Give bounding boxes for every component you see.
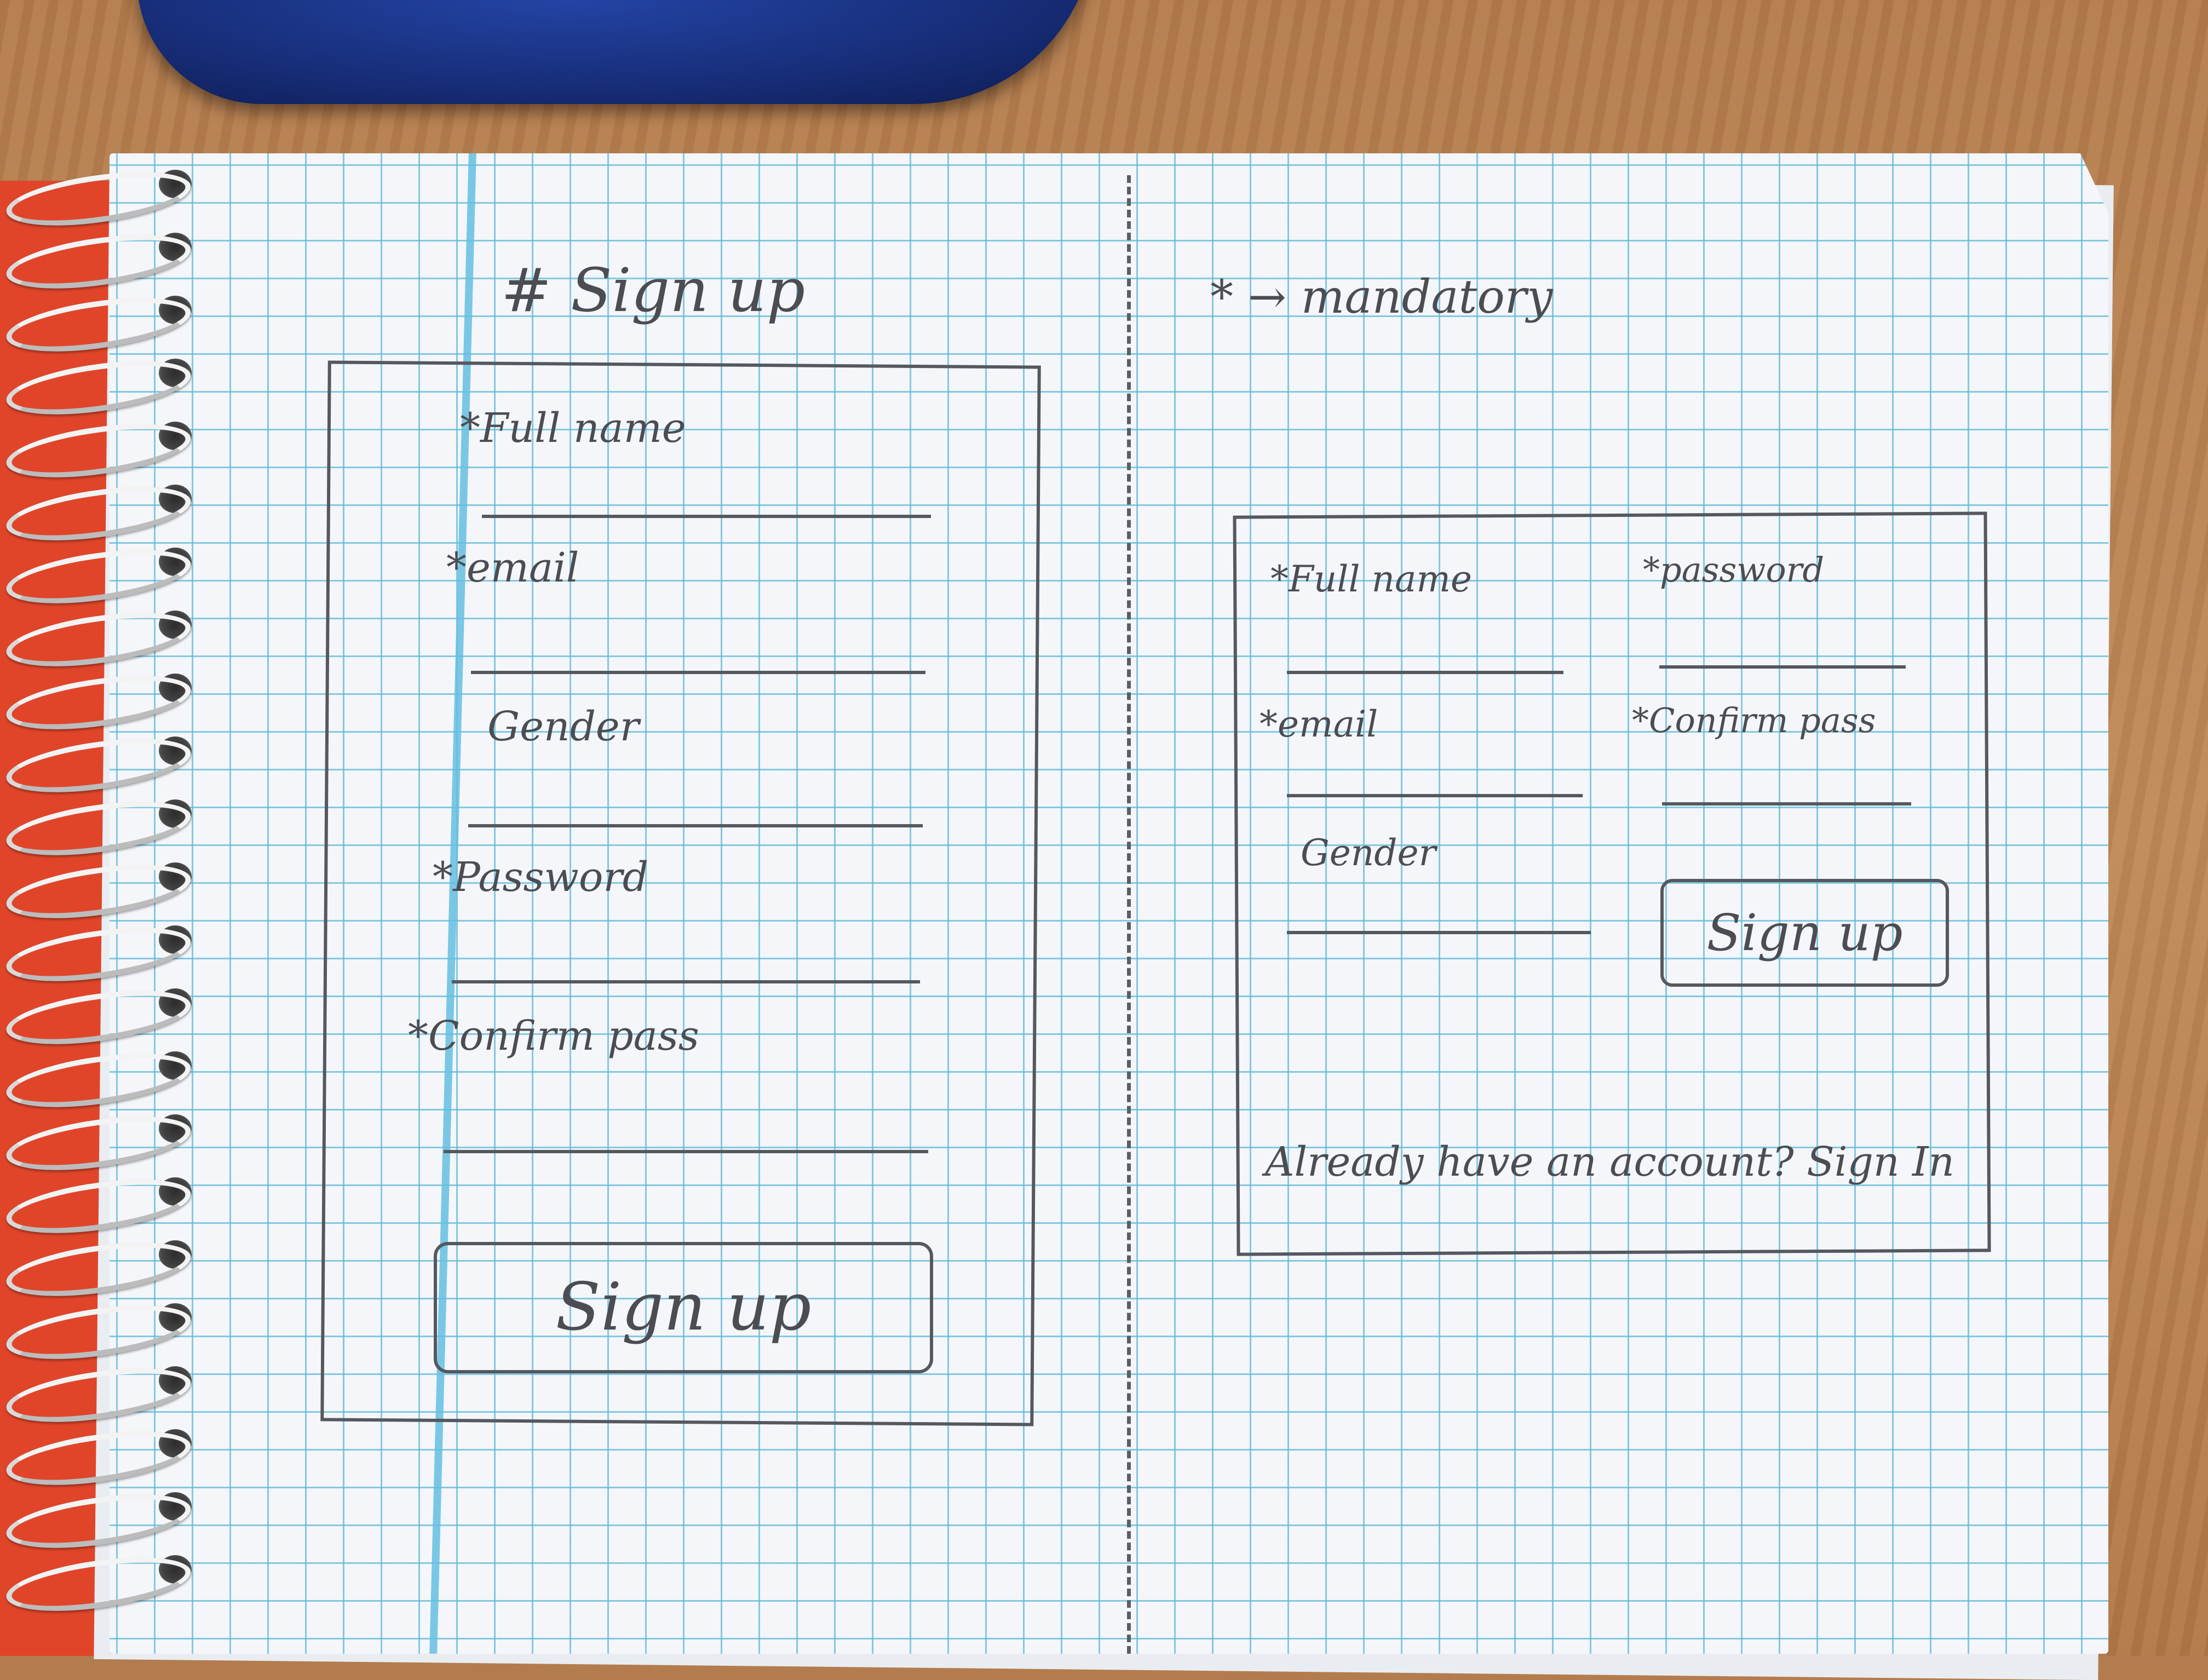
page-divider (1127, 175, 1131, 1654)
mobile-email-field[interactable] (471, 671, 925, 674)
desktop-full-name-field[interactable] (1287, 671, 1563, 674)
desktop-signup-button[interactable]: Sign up (1660, 879, 1949, 987)
desktop-signup-button-label: Sign up (1706, 903, 1903, 962)
desktop-gender-field[interactable] (1287, 931, 1591, 934)
desktop-confirm-pass-field[interactable] (1662, 802, 1911, 806)
desktop-full-name-label: *Full name (1270, 558, 1472, 600)
mobile-email-label: *email (446, 544, 579, 591)
desktop-confirm-pass-label: *Confirm pass (1632, 700, 1876, 740)
mobile-full-name-label: *Full name (460, 405, 686, 452)
desktop-gender-label: Gender (1301, 832, 1436, 874)
mobile-signup-button[interactable]: Sign up (434, 1242, 933, 1373)
desktop-password-field[interactable] (1659, 665, 1906, 669)
blue-pouch (137, 0, 1095, 104)
page-heading: # Sign up (501, 255, 806, 325)
mobile-gender-label: Gender (487, 703, 640, 750)
mobile-confirm-pass-field[interactable] (444, 1150, 928, 1153)
mandatory-legend: * → mandatory (1210, 270, 1553, 324)
mobile-password-field[interactable] (452, 980, 920, 983)
mobile-gender-field[interactable] (468, 824, 923, 827)
desktop-email-field[interactable] (1287, 794, 1583, 797)
mobile-confirm-pass-label: *Confirm pass (408, 1012, 699, 1060)
desktop-password-label: *password (1643, 550, 1825, 590)
signin-prompt[interactable]: Already have an account? Sign In (1265, 1142, 1954, 1182)
mobile-full-name-field[interactable] (482, 515, 931, 518)
mobile-signup-button-label: Sign up (555, 1269, 812, 1345)
mobile-password-label: *Password (433, 854, 649, 901)
desktop-email-label: *email (1260, 703, 1378, 745)
